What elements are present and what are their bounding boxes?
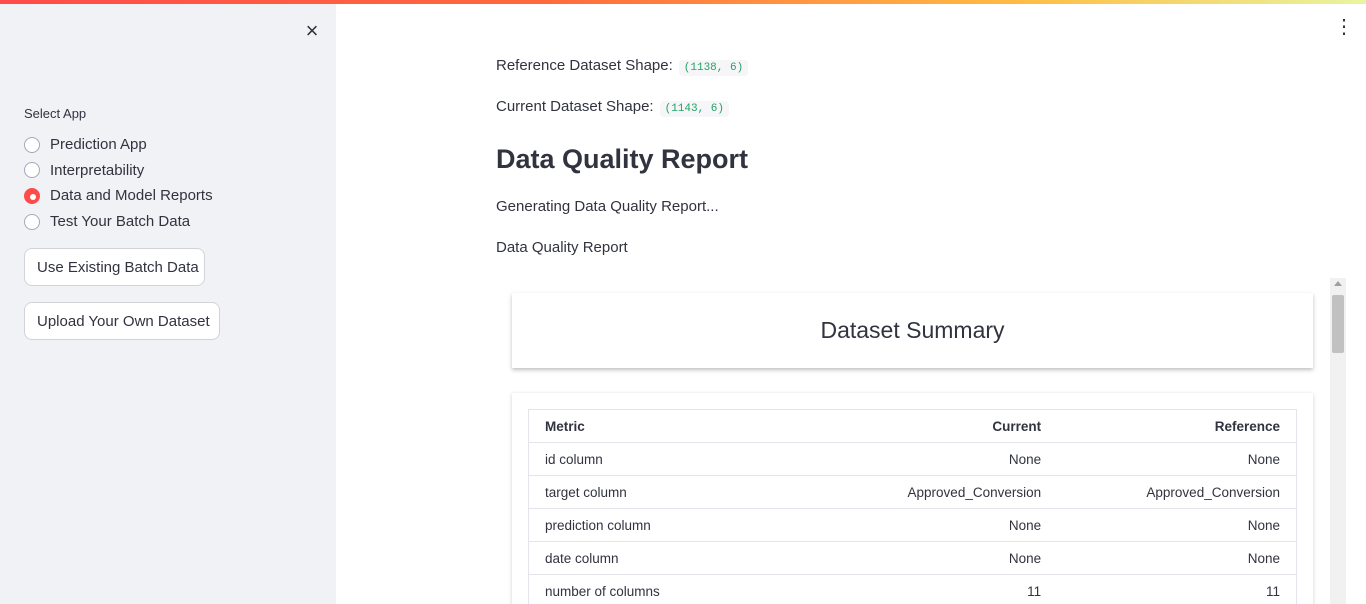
radio-interpretability[interactable]: Interpretability xyxy=(24,158,213,184)
current-cell: 11 xyxy=(818,574,1058,604)
metrics-table: Metric Current Reference id column None … xyxy=(528,409,1297,604)
column-header-reference: Reference xyxy=(1057,409,1297,443)
reference-cell: None xyxy=(1057,508,1297,542)
reference-shape-label: Reference Dataset Shape: xyxy=(496,57,673,74)
radio-prediction-app[interactable]: Prediction App xyxy=(24,132,213,158)
radio-data-and-model-reports[interactable]: Data and Model Reports xyxy=(24,183,213,209)
radio-circle-icon xyxy=(24,162,40,179)
metric-cell: prediction column xyxy=(528,508,819,542)
current-cell: None xyxy=(818,442,1058,476)
report-scrollbar[interactable] xyxy=(1330,278,1346,604)
radio-circle-icon xyxy=(24,213,40,230)
radio-test-batch-data[interactable]: Test Your Batch Data xyxy=(24,209,213,235)
scroll-thumb[interactable] xyxy=(1332,295,1344,353)
sidebar: × Select App Prediction App Interpretabi… xyxy=(0,4,336,604)
dataset-summary-title: Dataset Summary xyxy=(820,317,1005,343)
more-options-icon[interactable]: ⋮ xyxy=(1334,17,1354,38)
reference-shape-line: Reference Dataset Shape: (1138, 6) xyxy=(496,57,749,76)
scroll-up-arrow-icon[interactable] xyxy=(1334,281,1342,286)
current-cell: Approved_Conversion xyxy=(818,475,1058,509)
upload-dataset-button[interactable]: Upload Your Own Dataset xyxy=(24,302,220,340)
radio-label: Prediction App xyxy=(50,136,147,154)
metrics-table-card: Metric Current Reference id column None … xyxy=(512,393,1313,604)
reference-cell: Approved_Conversion xyxy=(1057,475,1297,509)
table-row: id column None None xyxy=(528,442,1297,476)
current-shape-label: Current Dataset Shape: xyxy=(496,98,654,115)
radio-selected-icon xyxy=(24,187,40,204)
radio-label: Interpretability xyxy=(50,161,145,179)
use-existing-batch-button[interactable]: Use Existing Batch Data xyxy=(24,248,205,286)
report-iframe[interactable]: Dataset Summary Metric Current Reference… xyxy=(496,277,1346,604)
select-app-label: Select App xyxy=(24,106,87,121)
page-heading: Data Quality Report xyxy=(496,144,749,174)
radio-circle-icon xyxy=(24,136,40,153)
reference-cell: None xyxy=(1057,442,1297,476)
table-header-row: Metric Current Reference xyxy=(528,409,1297,443)
column-header-metric: Metric xyxy=(528,409,819,443)
current-shape-value: (1143, 6) xyxy=(659,101,730,117)
current-cell: None xyxy=(818,541,1058,575)
current-shape-line: Current Dataset Shape: (1143, 6) xyxy=(496,98,730,117)
table-row: prediction column None None xyxy=(528,508,1297,542)
radio-label: Data and Model Reports xyxy=(50,187,213,205)
dataset-summary-card: Dataset Summary xyxy=(512,293,1313,368)
report-label: Data Quality Report xyxy=(496,239,628,256)
reference-shape-value: (1138, 6) xyxy=(678,60,749,76)
generating-status-text: Generating Data Quality Report... xyxy=(496,198,719,215)
metric-cell: id column xyxy=(528,442,819,476)
column-header-current: Current xyxy=(818,409,1058,443)
close-icon[interactable]: × xyxy=(301,20,323,42)
reference-cell: None xyxy=(1057,541,1297,575)
reference-cell: 11 xyxy=(1057,574,1297,604)
radio-label: Test Your Batch Data xyxy=(50,213,191,231)
metric-cell: number of columns xyxy=(528,574,819,604)
metric-cell: date column xyxy=(528,541,819,575)
table-row: number of columns 11 11 xyxy=(528,574,1297,604)
metric-cell: target column xyxy=(528,475,819,509)
table-row: date column None None xyxy=(528,541,1297,575)
current-cell: None xyxy=(818,508,1058,542)
table-row: target column Approved_Conversion Approv… xyxy=(528,475,1297,509)
app-radio-group: Prediction App Interpretability Data and… xyxy=(24,132,213,234)
